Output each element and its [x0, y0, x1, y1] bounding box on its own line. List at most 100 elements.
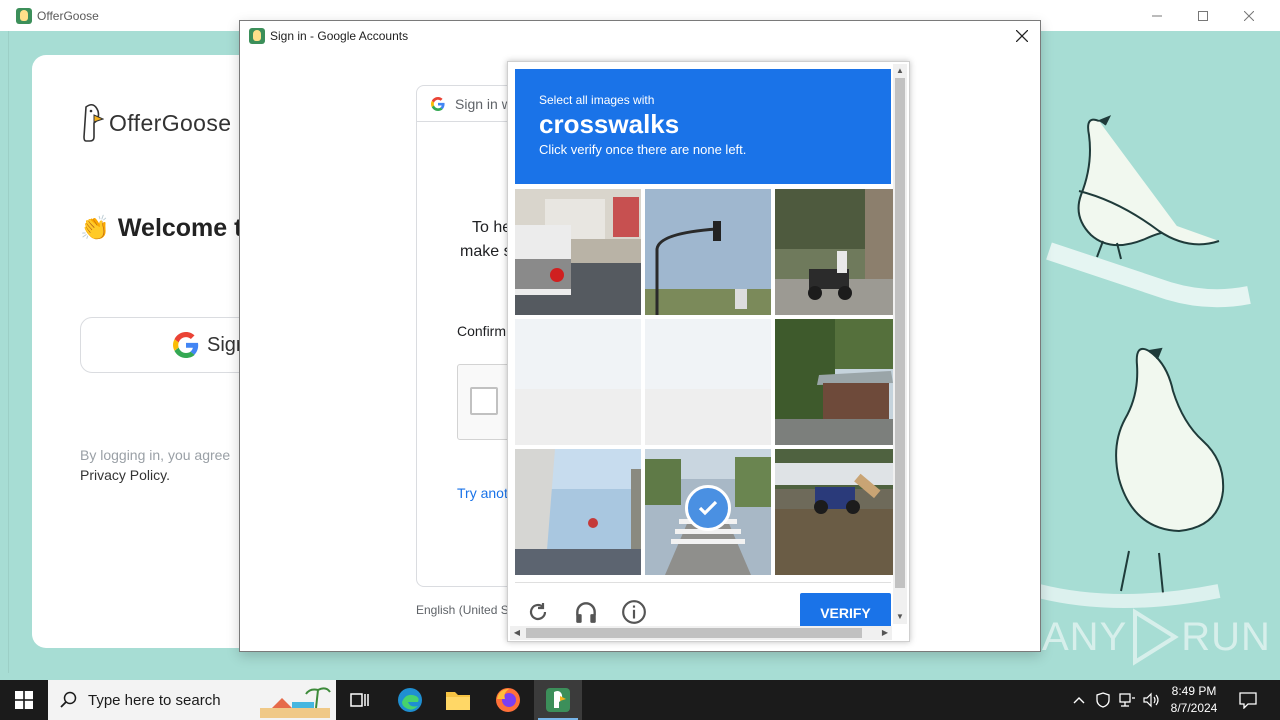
tray-volume-button[interactable] — [1140, 680, 1162, 720]
body-text-line1: To he — [472, 219, 512, 236]
notification-icon — [1239, 692, 1257, 709]
image-tile[interactable] — [645, 189, 771, 315]
clap-emoji-icon: 👏 — [80, 215, 110, 242]
image-grid — [515, 189, 901, 575]
legal-text: By logging in, you agree — [80, 447, 231, 463]
maximize-button[interactable] — [1180, 0, 1226, 31]
dialog-close-button[interactable] — [1010, 24, 1034, 48]
dialog-titlebar: Sign in - Google Accounts — [240, 21, 1040, 51]
watermark-text-right: RUN — [1181, 614, 1271, 659]
scroll-right-icon[interactable]: ▶ — [880, 628, 890, 638]
tile-image-traffic-light — [645, 189, 771, 315]
recaptcha-challenge: Select all images with crosswalks Click … — [507, 61, 910, 642]
vertical-scroll-thumb[interactable] — [895, 78, 905, 588]
instruction-sub: Click verify once there are none left. — [539, 142, 747, 157]
edge-icon — [398, 688, 422, 712]
search-icon — [60, 691, 77, 708]
close-icon — [1016, 30, 1028, 42]
offergoose-app-icon — [249, 28, 265, 44]
firefox-icon — [496, 688, 520, 712]
welcome-text: Welcome t — [117, 214, 243, 242]
language-selector[interactable]: English (United S — [416, 603, 509, 617]
taskbar-search[interactable]: Type here to search — [48, 680, 336, 720]
scroll-up-icon[interactable]: ▲ — [895, 66, 905, 76]
firefox-taskbar-button[interactable] — [484, 680, 532, 720]
reload-icon — [529, 603, 547, 621]
body-text-line2: make s — [460, 243, 512, 260]
audio-challenge-button[interactable] — [572, 598, 600, 626]
search-highlight-beach-icon — [260, 687, 331, 718]
start-button[interactable] — [0, 680, 48, 720]
offergoose-taskbar-button[interactable] — [534, 680, 582, 720]
reload-button[interactable] — [524, 598, 552, 626]
tile-image-loading — [645, 319, 771, 445]
image-tile[interactable] — [775, 449, 901, 575]
chevron-up-icon — [1073, 697, 1085, 704]
tile-image-overpass — [515, 449, 641, 575]
audio-icon — [576, 602, 596, 623]
image-tile[interactable] — [515, 449, 641, 575]
file-explorer-taskbar-button[interactable] — [434, 680, 482, 720]
offergoose-logo: OfferGoose — [80, 103, 231, 143]
tile-image-motorbike-roadside — [775, 449, 901, 575]
google-g-icon — [431, 96, 445, 111]
edge-taskbar-button[interactable] — [386, 680, 434, 720]
search-placeholder: Type here to search — [88, 691, 221, 709]
anyrun-watermark: ANY RUN — [1042, 608, 1271, 666]
horizontal-scroll-thumb[interactable] — [526, 628, 862, 638]
goose-illustration — [1039, 115, 1251, 608]
offergoose-icon — [546, 688, 570, 712]
offergoose-app-icon — [16, 7, 32, 24]
file-explorer-icon — [446, 692, 470, 710]
show-hidden-icons-button[interactable] — [1068, 680, 1090, 720]
welcome-heading: 👏 Welcome t — [80, 214, 242, 243]
dialog-title: Sign in - Google Accounts — [270, 29, 409, 43]
tile-image-truck — [515, 189, 641, 315]
network-icon — [1119, 693, 1135, 707]
goose-logo-icon — [83, 103, 104, 142]
tile-image-loading — [515, 319, 641, 445]
clock-time: 8:49 PM — [1171, 684, 1217, 698]
recaptcha-checkbox[interactable] — [470, 387, 498, 415]
challenge-header: Select all images with crosswalks Click … — [515, 69, 891, 184]
minimize-icon — [1152, 15, 1162, 16]
card-header-text: Sign in w — [455, 95, 512, 112]
tray-security-button[interactable] — [1092, 680, 1114, 720]
maximize-icon — [1198, 10, 1208, 21]
image-tile[interactable] — [775, 189, 901, 315]
vertical-scrollbar[interactable]: ▲ ▼ — [893, 64, 907, 624]
task-view-icon — [350, 693, 369, 707]
scroll-left-icon[interactable]: ◀ — [512, 628, 522, 638]
horizontal-scrollbar[interactable]: ◀ ▶ — [510, 626, 892, 640]
close-icon — [1244, 10, 1254, 21]
selected-check-icon — [685, 485, 731, 531]
tray-network-button[interactable] — [1116, 680, 1138, 720]
play-logo-icon — [1133, 608, 1180, 666]
notifications-button[interactable] — [1230, 680, 1266, 720]
windows-logo-icon — [15, 691, 33, 709]
clock-date: 8/7/2024 — [1170, 701, 1218, 715]
main-window-title: OfferGoose — [37, 8, 99, 23]
task-view-button[interactable] — [336, 680, 384, 720]
image-tile[interactable] — [515, 189, 641, 315]
info-icon — [622, 600, 646, 624]
volume-icon — [1143, 692, 1159, 708]
challenge-target: crosswalks — [539, 109, 680, 139]
challenge-footer-divider — [515, 582, 891, 583]
taskbar: Type here to search 8:49 PM 8/7/2024 — [0, 680, 1280, 720]
google-logo-icon — [173, 332, 199, 358]
image-tile[interactable] — [645, 319, 771, 445]
watermark-text-left: ANY — [1042, 614, 1128, 659]
privacy-policy-link[interactable]: Privacy Policy. — [80, 467, 170, 483]
shield-icon — [1096, 692, 1110, 708]
image-tile[interactable] — [515, 319, 641, 445]
minimize-button[interactable] — [1134, 0, 1180, 31]
image-tile[interactable] — [645, 449, 771, 575]
close-button[interactable] — [1226, 0, 1272, 31]
image-tile[interactable] — [775, 319, 901, 445]
try-another-way-link[interactable]: Try anot — [457, 485, 508, 501]
info-button[interactable] — [620, 598, 648, 626]
taskbar-clock[interactable]: 8:49 PM 8/7/2024 — [1162, 680, 1226, 720]
scroll-down-icon[interactable]: ▼ — [895, 612, 905, 622]
logo-text: OfferGoose — [109, 109, 232, 136]
